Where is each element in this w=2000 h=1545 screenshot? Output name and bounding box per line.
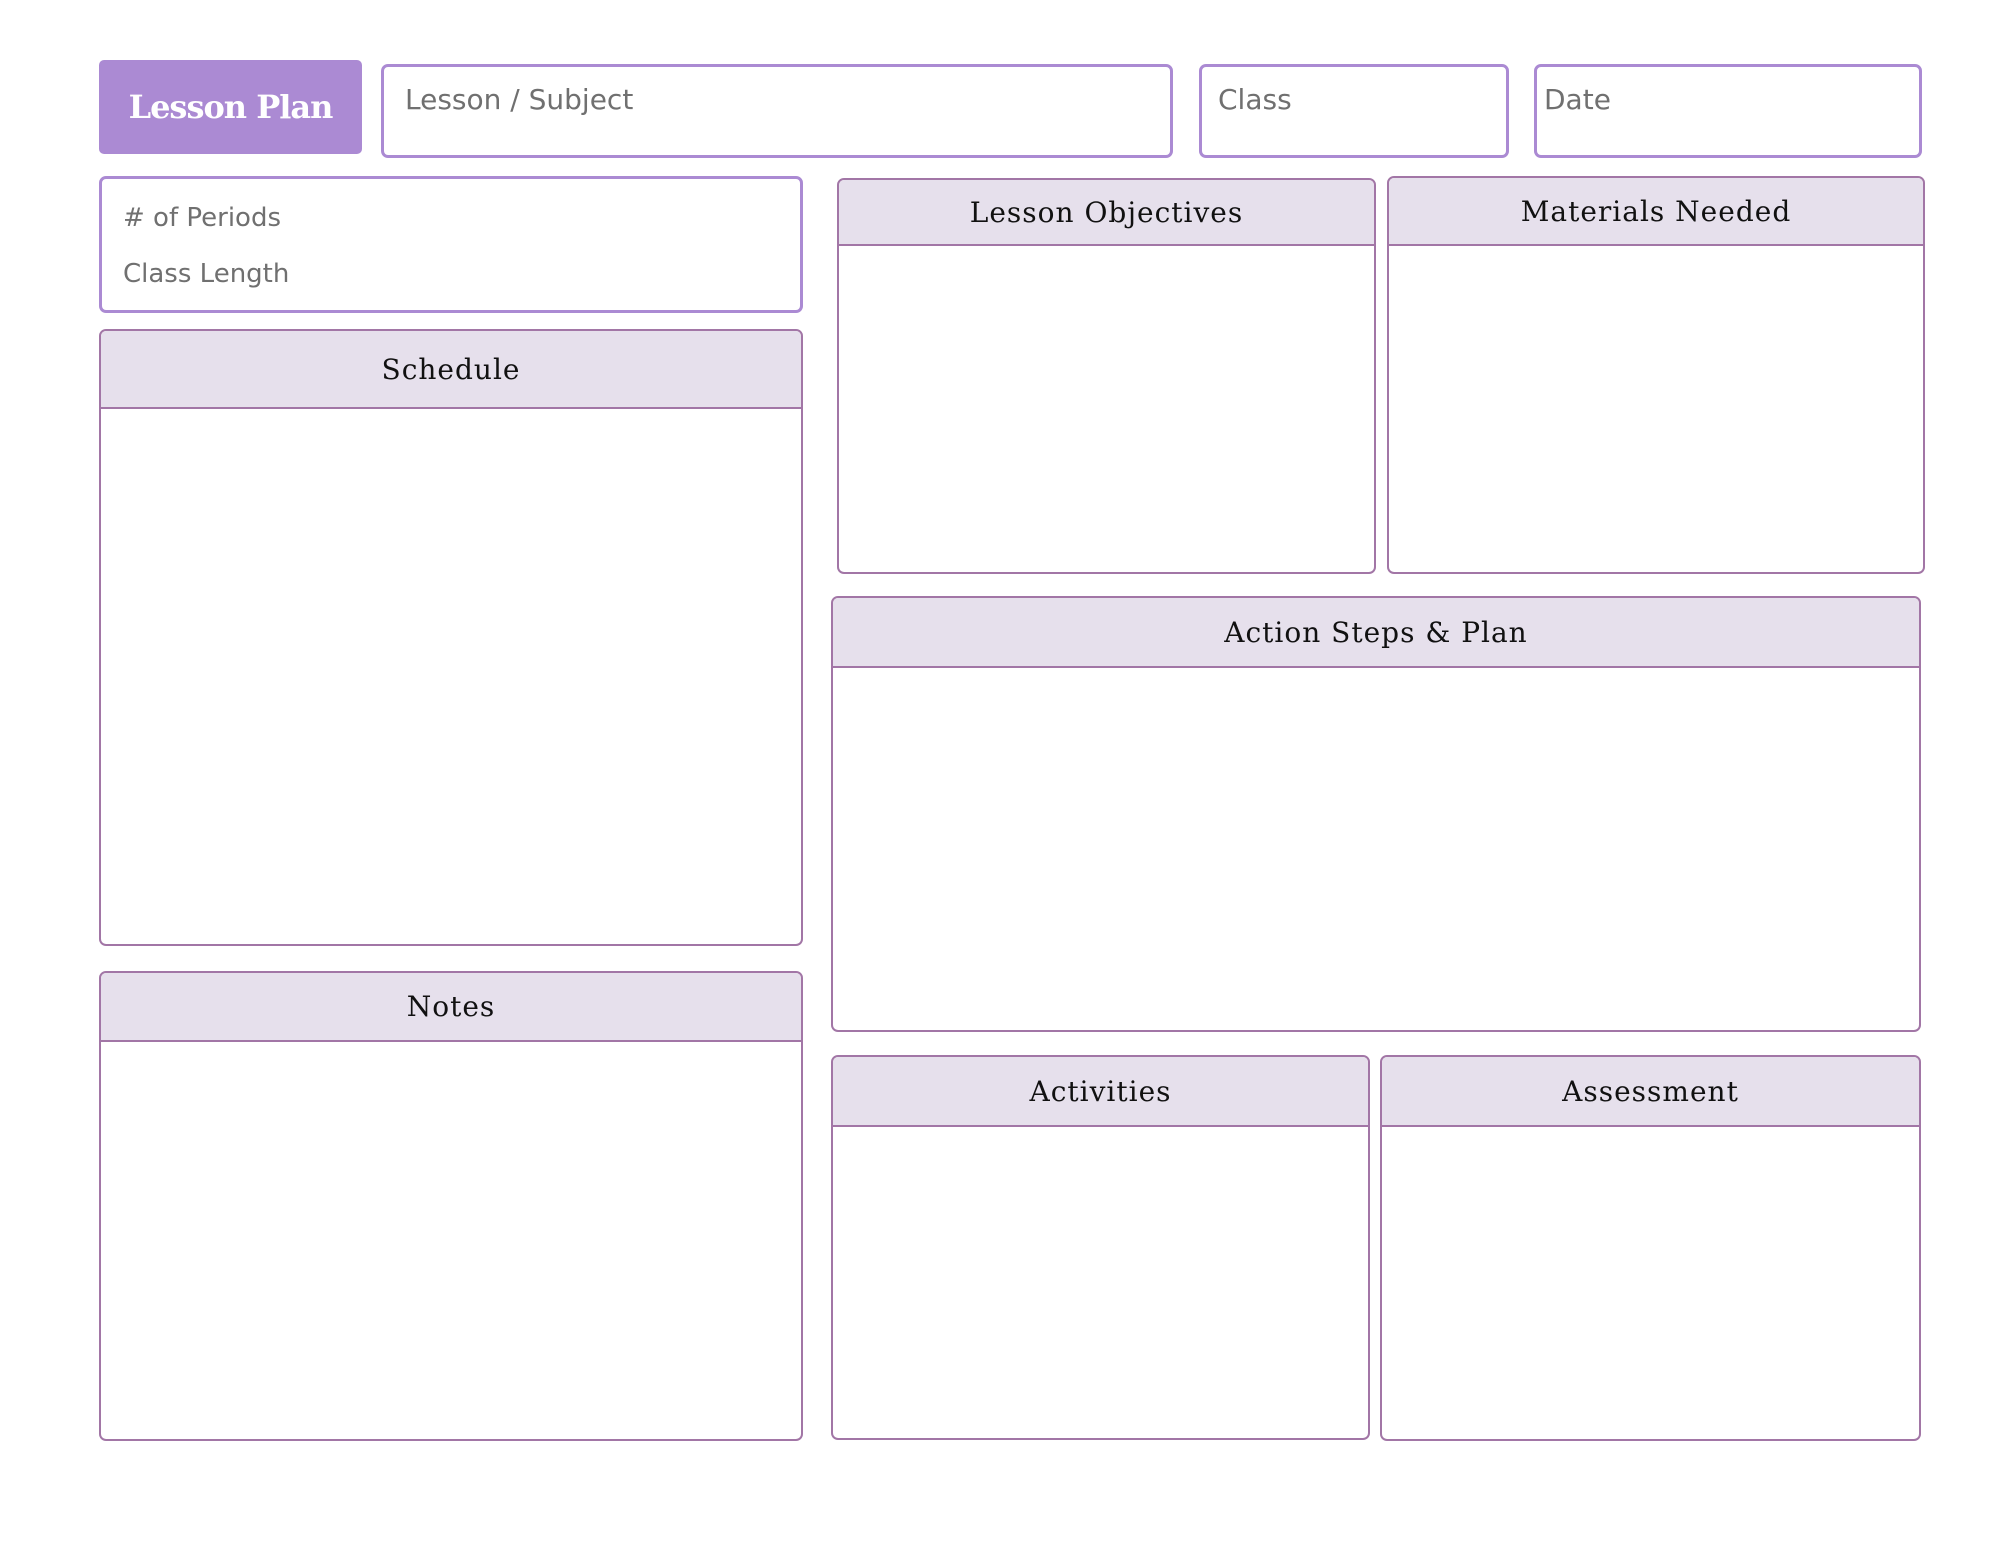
action-steps-header: Action Steps & Plan — [833, 598, 1919, 668]
schedule-header: Schedule — [101, 331, 801, 409]
action-steps-panel: Action Steps & Plan — [831, 596, 1921, 1032]
periods-label: # of Periods — [123, 203, 281, 233]
schedule-panel: Schedule — [99, 329, 803, 946]
materials-needed-header: Materials Needed — [1389, 178, 1923, 246]
lesson-objectives-area[interactable] — [839, 244, 1374, 572]
lesson-objectives-header: Lesson Objectives — [839, 180, 1374, 246]
schedule-area[interactable] — [101, 407, 801, 944]
periods-length-box[interactable]: # of Periods Class Length — [99, 176, 803, 313]
assessment-area[interactable] — [1382, 1125, 1919, 1439]
class-label: Class — [1218, 83, 1292, 116]
activities-panel: Activities — [831, 1055, 1370, 1440]
notes-area[interactable] — [101, 1040, 801, 1439]
activities-area[interactable] — [833, 1125, 1368, 1438]
class-field[interactable]: Class — [1199, 64, 1509, 158]
lesson-subject-field[interactable]: Lesson / Subject — [381, 64, 1173, 158]
notes-panel: Notes — [99, 971, 803, 1441]
assessment-panel: Assessment — [1380, 1055, 1921, 1441]
lesson-plan-title: Lesson Plan — [99, 60, 362, 154]
notes-header: Notes — [101, 973, 801, 1042]
materials-needed-area[interactable] — [1389, 244, 1923, 572]
lesson-objectives-panel: Lesson Objectives — [837, 178, 1376, 574]
materials-needed-panel: Materials Needed — [1387, 176, 1925, 574]
date-field[interactable]: Date — [1534, 64, 1922, 158]
assessment-header: Assessment — [1382, 1057, 1919, 1127]
class-length-label: Class Length — [123, 259, 290, 289]
lesson-subject-label: Lesson / Subject — [405, 83, 634, 116]
action-steps-area[interactable] — [833, 666, 1919, 1030]
activities-header: Activities — [833, 1057, 1368, 1127]
date-label: Date — [1544, 83, 1611, 116]
